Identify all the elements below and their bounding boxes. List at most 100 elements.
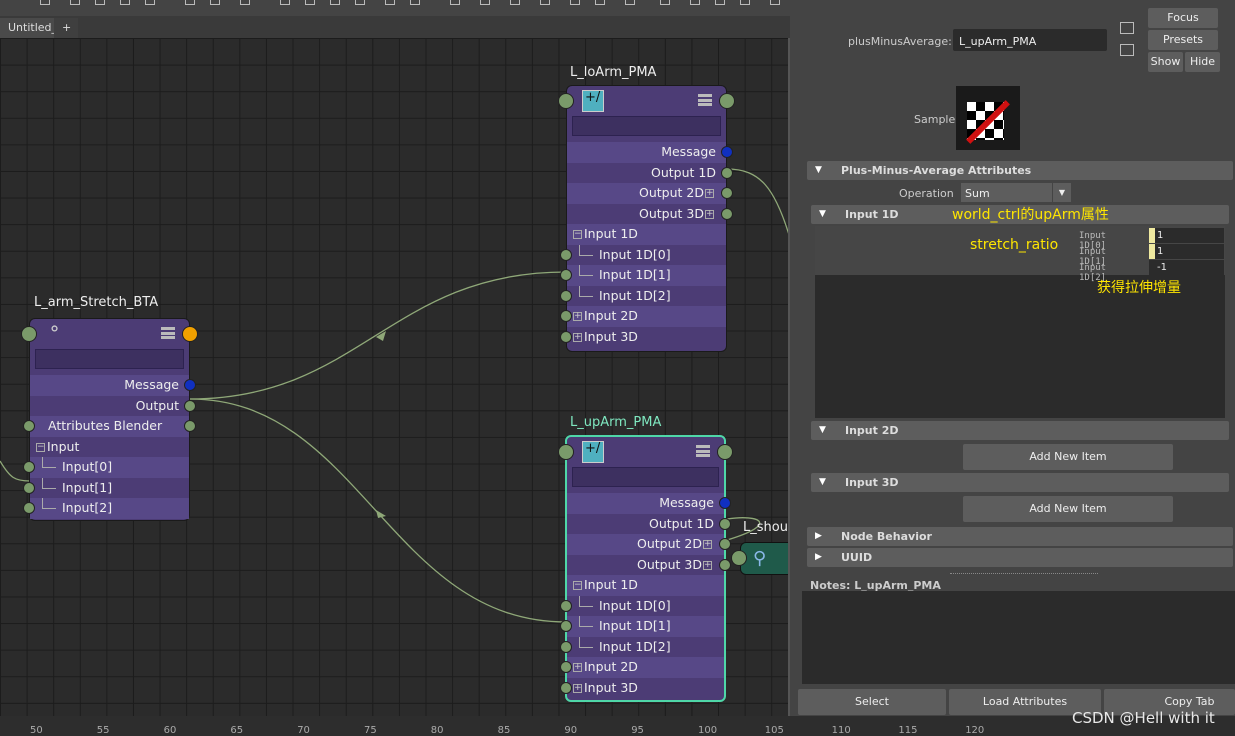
node-name-field[interactable]: L_upArm_PMA [953, 29, 1107, 51]
node-l-shoulder[interactable]: ⚲ [740, 542, 788, 575]
input-connection-icon[interactable] [1120, 22, 1134, 34]
port-input[interactable] [560, 620, 572, 632]
port-output[interactable] [719, 497, 731, 509]
toolbar-button[interactable] [355, 0, 365, 5]
port-input[interactable] [560, 310, 572, 322]
show-button[interactable]: Show [1148, 52, 1183, 72]
toolbar-button[interactable] [510, 0, 520, 5]
attribute-row[interactable]: Message [30, 375, 196, 396]
attribute-row[interactable]: Output 1D [567, 514, 731, 535]
expand-icon[interactable]: + [573, 663, 582, 672]
port-input[interactable] [560, 289, 572, 302]
node-menu-icon[interactable] [161, 327, 175, 339]
timeline[interactable]: 50 55 60 65 70 75 80 85 90 95 100 105 110 115 120 [0, 716, 1235, 736]
attribute-row[interactable]: Input[2] [23, 498, 189, 519]
attribute-row[interactable]: + Input 3D [560, 327, 726, 348]
operation-dropdown[interactable]: Sum ▼ [961, 183, 1071, 202]
toolbar-button[interactable] [715, 0, 725, 5]
port-input[interactable] [560, 599, 572, 612]
notes-textarea[interactable] [802, 591, 1235, 684]
attribute-row[interactable]: Input 1D[2] [560, 285, 726, 307]
section-plus-minus-average[interactable]: ▼ Plus-Minus-Average Attributes [807, 161, 1233, 180]
attribute-row[interactable]: Input 1D[1] [560, 616, 724, 637]
expand-icon[interactable]: + [703, 560, 712, 570]
port-input[interactable] [560, 681, 572, 694]
port-node-input[interactable] [558, 93, 574, 109]
port-output[interactable] [719, 558, 731, 571]
node-l-uparm-pma[interactable]: +/Message Output 1D Output 2D + Output 3D + − I… [558, 435, 733, 702]
attribute-row[interactable]: Message [567, 142, 733, 163]
toolbar-button[interactable] [145, 0, 155, 5]
output-connection-icon[interactable] [1120, 44, 1134, 56]
port-node-input[interactable] [21, 326, 37, 342]
toolbar-button[interactable] [740, 0, 750, 5]
presets-button[interactable]: Presets [1148, 30, 1218, 50]
toolbar-button[interactable] [330, 0, 340, 5]
attribute-row[interactable]: Input 1D[0] [560, 595, 724, 617]
collapse-icon[interactable]: − [36, 442, 45, 452]
toolbar-button[interactable] [120, 0, 130, 5]
port-output[interactable] [184, 420, 196, 432]
port-input[interactable] [560, 661, 572, 673]
node-editor-canvas[interactable]: L_loArm_PMA +/Message Output 1D Output 2D +… [0, 38, 790, 716]
splitter-handle[interactable] [950, 573, 1098, 574]
toolbar-button[interactable] [210, 0, 220, 5]
toolbar-button[interactable] [625, 0, 635, 5]
port-input[interactable] [23, 420, 35, 432]
port-node-output[interactable] [719, 93, 735, 109]
attribute-row[interactable]: + Input 3D [560, 678, 724, 699]
toolbar-button[interactable] [570, 0, 580, 5]
node-menu-icon[interactable] [698, 94, 712, 106]
toolbar-button[interactable] [660, 0, 670, 5]
port-input[interactable] [23, 461, 35, 473]
attribute-row[interactable]: Output 2D + [567, 534, 731, 555]
expand-icon[interactable]: + [705, 209, 714, 219]
attribute-row[interactable]: Output 2D + [567, 183, 733, 204]
collapse-icon[interactable]: − [573, 581, 582, 590]
toolbar-button[interactable] [450, 0, 460, 5]
select-button[interactable]: Select [798, 689, 946, 715]
expand-icon[interactable]: + [573, 332, 582, 342]
toolbar-button[interactable] [305, 0, 315, 5]
port-input[interactable] [23, 481, 35, 494]
attribute-row[interactable]: Output [30, 396, 196, 417]
node-menu-icon[interactable] [696, 445, 710, 457]
add-new-item-3d-button[interactable]: Add New Item [963, 496, 1173, 522]
attribute-row[interactable]: − Input [30, 437, 189, 458]
attribute-row[interactable]: + Input 2D [560, 306, 726, 327]
toolbar-button[interactable] [280, 0, 290, 5]
attribute-row[interactable]: Output 3D + [567, 555, 731, 576]
attribute-row[interactable]: − Input 1D [567, 575, 724, 596]
toolbar-button[interactable] [70, 0, 80, 5]
toolbar-button[interactable] [185, 0, 195, 5]
toolbar-button[interactable] [410, 0, 420, 5]
toolbar-button[interactable] [240, 0, 250, 5]
toolbar-button[interactable] [40, 0, 50, 5]
attribute-row[interactable]: Message [567, 493, 731, 514]
port-input[interactable] [560, 269, 572, 281]
port-output[interactable] [184, 399, 196, 412]
node-name-field[interactable] [35, 349, 184, 369]
node-name-field[interactable] [572, 467, 719, 487]
node-name-field[interactable] [572, 116, 721, 136]
expand-icon[interactable]: + [573, 683, 582, 693]
section-input-3d[interactable]: ▼ Input 3D [811, 473, 1229, 492]
section-input-2d[interactable]: ▼ Input 2D [811, 421, 1229, 440]
port-output[interactable] [721, 207, 733, 220]
toolbar-button[interactable] [595, 0, 605, 5]
port-output[interactable] [721, 146, 733, 158]
attribute-row[interactable]: Input 1D[2] [560, 636, 724, 658]
port-node-output[interactable] [717, 444, 733, 460]
expand-icon[interactable]: + [573, 312, 582, 321]
expand-icon[interactable]: + [705, 189, 714, 198]
port-output[interactable] [719, 538, 731, 550]
hide-button[interactable]: Hide [1185, 52, 1220, 72]
attribute-row[interactable]: Input[0] [23, 457, 189, 478]
attribute-row[interactable]: Input 1D[1] [560, 265, 726, 286]
attribute-row[interactable]: Output 3D + [567, 204, 733, 225]
port-node-input[interactable] [558, 444, 574, 460]
attribute-row[interactable]: Output 1D [567, 163, 733, 184]
input-1d-field[interactable]: 1 [1149, 228, 1224, 243]
port-input[interactable] [560, 248, 572, 261]
input-1d-field[interactable]: 1 [1149, 244, 1224, 259]
